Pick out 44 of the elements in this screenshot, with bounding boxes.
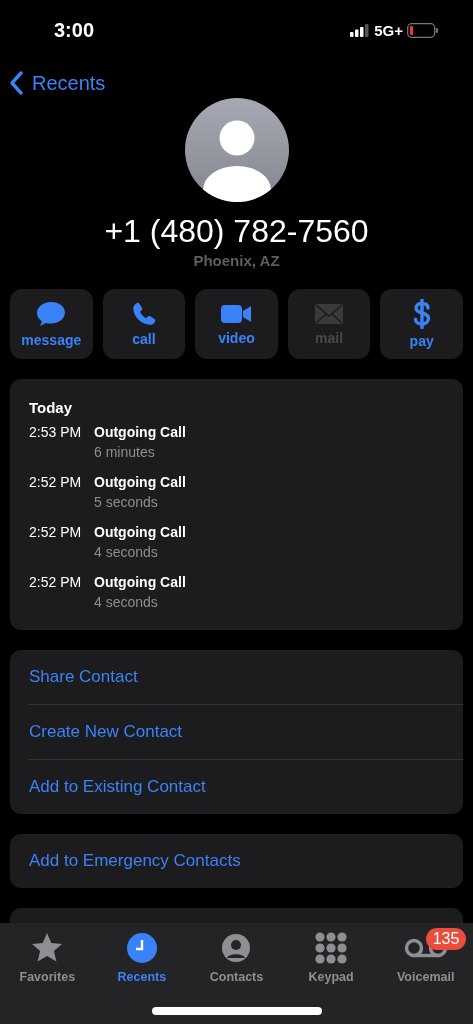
call-type: Outgoing Call bbox=[94, 524, 187, 540]
signal-icon bbox=[350, 23, 371, 37]
call-type: Outgoing Call bbox=[94, 574, 187, 590]
call-duration: 6 minutes bbox=[94, 444, 156, 460]
phone-number: +1 (480) 782-7560 bbox=[104, 212, 369, 250]
star-icon bbox=[31, 932, 64, 964]
call-time: 2:52 PM bbox=[29, 574, 83, 590]
back-button[interactable]: Recents bbox=[10, 71, 106, 95]
emergency-contact-button[interactable]: Add to Emergency Contacts bbox=[10, 834, 463, 888]
person-circle-icon bbox=[221, 933, 252, 963]
call-time: 2:53 PM bbox=[29, 424, 83, 440]
phone-icon bbox=[130, 301, 157, 327]
clock-icon bbox=[126, 933, 157, 963]
date-heading: Today bbox=[29, 399, 74, 416]
tab-item[interactable]: Keypad bbox=[283, 923, 379, 1024]
contact-option-button[interactable]: Share Contact bbox=[10, 650, 463, 704]
call-action-button[interactable]: call bbox=[102, 289, 186, 359]
tab-item[interactable]: Favorites bbox=[0, 923, 95, 1024]
message-action-button[interactable]: message bbox=[10, 289, 93, 359]
call-duration: 4 seconds bbox=[94, 594, 159, 610]
status-time: 3:00 bbox=[54, 18, 95, 42]
tab-item[interactable]: Voicemail 135 bbox=[378, 923, 473, 1024]
call-duration: 5 seconds bbox=[94, 494, 159, 510]
location-label: Phoenix, AZ bbox=[193, 252, 280, 269]
speech-bubble-icon bbox=[36, 300, 67, 328]
battery-icon bbox=[407, 22, 439, 38]
call-time: 2:52 PM bbox=[29, 474, 83, 490]
contact-option-button[interactable]: Create New Contact bbox=[10, 705, 463, 759]
call-duration: 4 seconds bbox=[94, 544, 159, 560]
pay-action-button[interactable]: pay bbox=[380, 289, 463, 359]
call-type: Outgoing Call bbox=[94, 474, 187, 490]
call-type: Outgoing Call bbox=[94, 424, 187, 440]
network-label: 5G+ bbox=[374, 21, 403, 39]
dollar-sign-icon bbox=[411, 299, 432, 329]
count-badge: 135 bbox=[425, 928, 467, 950]
envelope-icon bbox=[314, 302, 345, 326]
video-action-button[interactable]: video bbox=[195, 289, 278, 359]
video-camera-icon bbox=[220, 302, 253, 326]
tab-item[interactable]: Recents bbox=[94, 923, 190, 1024]
avatar-icon bbox=[184, 98, 289, 202]
contact-option-button[interactable]: Add to Existing Contact bbox=[10, 760, 463, 814]
keypad-icon bbox=[315, 932, 348, 964]
call-time: 2:52 PM bbox=[29, 524, 83, 540]
chevron-left-icon bbox=[10, 71, 24, 95]
